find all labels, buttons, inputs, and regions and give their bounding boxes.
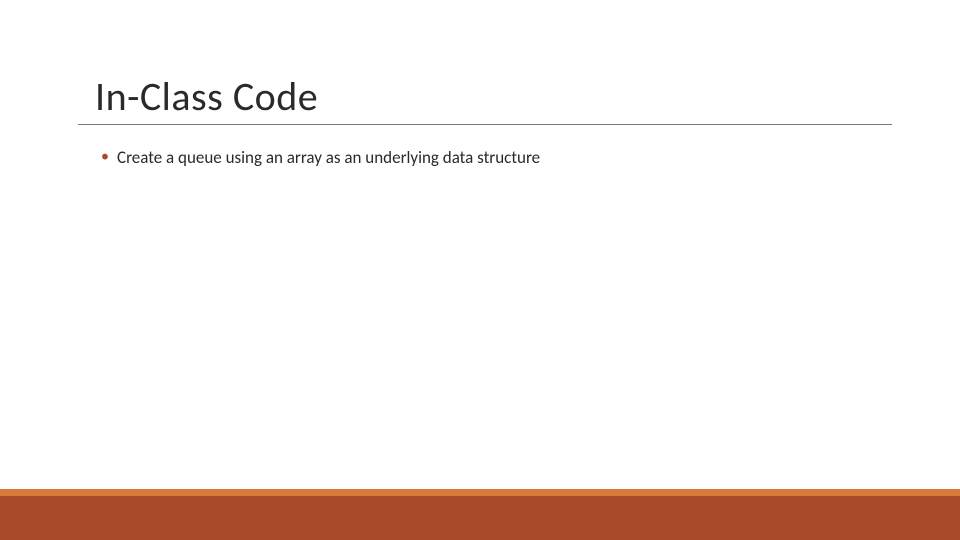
- bullet-list: Create a queue using an array as an unde…: [95, 146, 880, 170]
- slide-title: In-Class Code: [95, 72, 318, 121]
- footer-accent-bar: [0, 489, 960, 496]
- title-underline: [78, 124, 892, 125]
- list-item: Create a queue using an array as an unde…: [95, 146, 880, 170]
- footer-band: [0, 496, 960, 540]
